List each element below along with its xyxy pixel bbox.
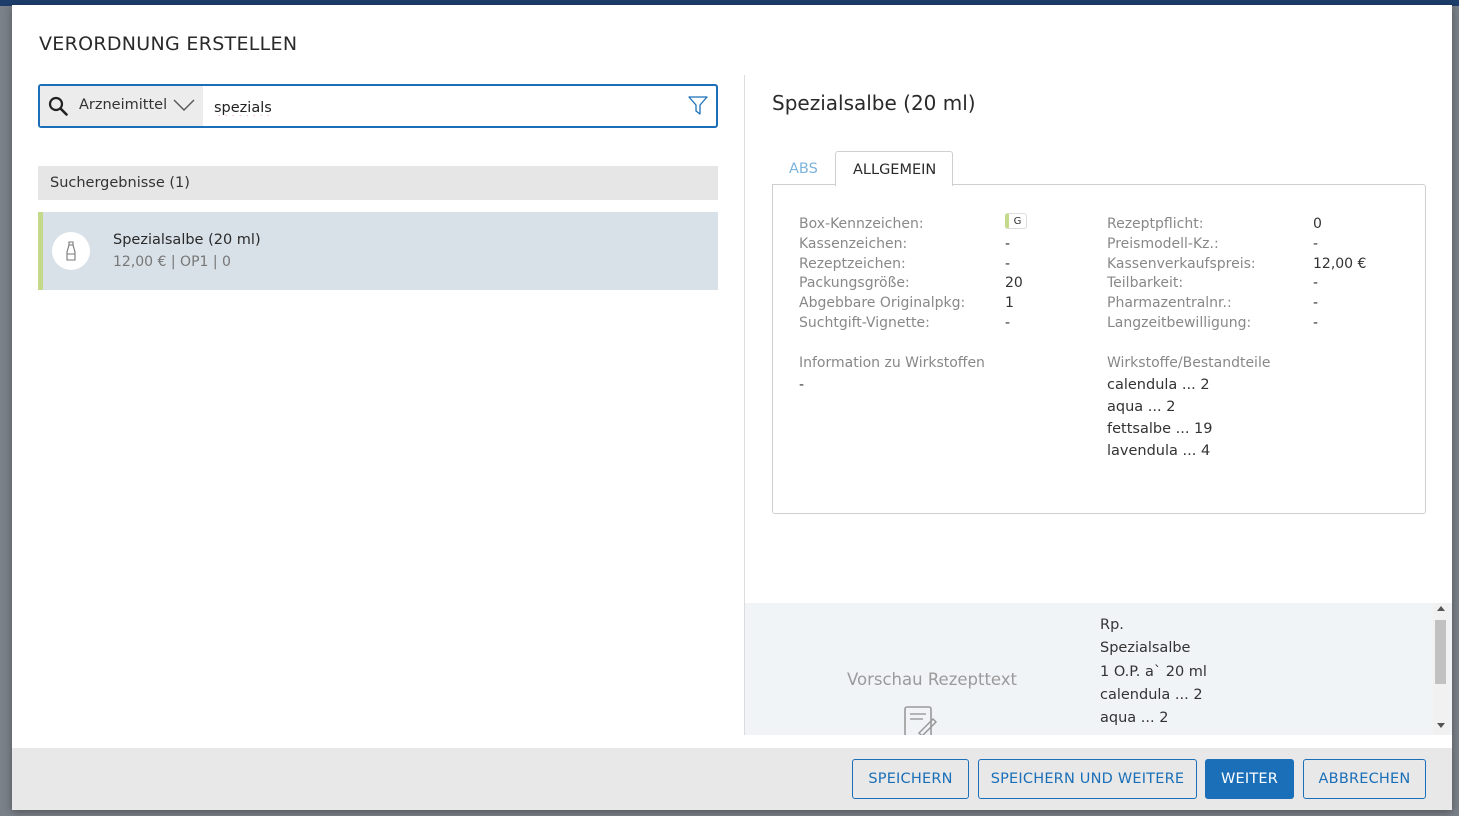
category-dropdown[interactable]: Arzneimittel	[40, 86, 203, 126]
prescription-edit-icon	[904, 706, 938, 735]
field-label: Suchtgift-Vignette:	[799, 315, 930, 331]
field-label: Kassenverkaufspreis:	[1107, 256, 1256, 272]
detail-title: Spezialsalbe (20 ml)	[772, 91, 976, 115]
tab-abs[interactable]: ABS	[789, 161, 818, 177]
field-label: Packungsgröße:	[799, 275, 910, 291]
dialog-footer: SPEICHERN SPEICHERN UND WEITERE WEITER A…	[12, 748, 1452, 810]
field-value: -	[1313, 236, 1319, 252]
field-value: -	[1313, 315, 1319, 331]
preview-line: Rp.	[1100, 617, 1124, 633]
detail-info-panel: Box-Kennzeichen: G Kassenzeichen: - Reze…	[772, 184, 1426, 514]
field-label: Pharmazentralnr.:	[1107, 295, 1232, 311]
field-label: Kassenzeichen:	[799, 236, 908, 252]
field-value: 20	[1005, 275, 1023, 291]
tab-allgemein-label: ALLGEMEIN	[853, 162, 937, 178]
results-header: Suchergebnisse (1)	[38, 166, 718, 200]
preview-line: Spezialsalbe	[1100, 640, 1191, 657]
field-label: Abgebbare Originalpkg:	[799, 295, 966, 311]
field-value: -	[1005, 256, 1011, 272]
save-button[interactable]: SPEICHERN	[852, 759, 969, 799]
scroll-down-arrow-icon[interactable]	[1437, 723, 1445, 728]
result-title: Spezialsalbe (20 ml)	[113, 232, 261, 248]
filter-icon[interactable]	[688, 96, 708, 116]
preview-line: aqua ... 2	[1100, 710, 1169, 727]
result-subtitle: 12,00 € | OP1 | 0	[113, 254, 231, 270]
field-value: 12,00 €	[1313, 256, 1367, 272]
field-label: Box-Kennzeichen:	[799, 216, 924, 232]
wirkstoff-info-value: -	[799, 377, 805, 393]
tab-allgemein[interactable]: ALLGEMEIN	[835, 151, 953, 186]
scroll-up-arrow-icon[interactable]	[1437, 606, 1445, 611]
result-avatar	[52, 232, 90, 270]
dialog-title: VERORDNUNG ERSTELLEN	[39, 33, 298, 55]
field-label: Rezeptpflicht:	[1107, 216, 1204, 232]
search-bar: Arzneimittel	[38, 84, 718, 128]
ingredient-item: calendula ... 2	[1107, 377, 1210, 393]
prescription-preview: Vorschau Rezepttext Rp. Spezialsalbe 1 O…	[745, 603, 1452, 735]
preview-line: 1 O.P. a` 20 ml	[1100, 663, 1207, 680]
scroll-thumb[interactable]	[1435, 620, 1446, 684]
field-value: -	[1005, 236, 1011, 252]
cancel-button[interactable]: ABBRECHEN	[1303, 759, 1426, 799]
box-kennzeichen-badge: G	[1005, 213, 1027, 229]
field-value: 1	[1005, 295, 1014, 311]
category-label: Arzneimittel	[79, 97, 168, 113]
preview-scrollbar[interactable]	[1433, 603, 1449, 735]
field-label: Rezeptzeichen:	[799, 256, 906, 272]
preview-label: Vorschau Rezepttext	[847, 670, 1018, 689]
search-icon	[48, 96, 68, 116]
next-button[interactable]: WEITER	[1205, 759, 1294, 799]
preview-text: Rp. Spezialsalbe 1 O.P. a` 20 ml calendu…	[1100, 617, 1207, 733]
field-label: Langzeitbewilligung:	[1107, 315, 1252, 331]
result-item[interactable]: Spezialsalbe (20 ml) 12,00 € | OP1 | 0	[38, 212, 718, 290]
field-value: -	[1313, 295, 1319, 311]
save-and-more-button[interactable]: SPEICHERN UND WEITERE	[978, 759, 1197, 799]
ingredient-item: fettsalbe ... 19	[1107, 421, 1213, 437]
prescription-dialog: VERORDNUNG ERSTELLEN Arzneimittel Sucher…	[12, 5, 1452, 810]
field-value: -	[1005, 315, 1011, 331]
ingredient-item: lavendula ... 4	[1107, 443, 1211, 459]
ingredient-item: aqua ... 2	[1107, 399, 1176, 415]
search-input[interactable]	[212, 96, 686, 120]
results-header-label: Suchergebnisse (1)	[50, 175, 190, 191]
field-label: Teilbarkeit:	[1107, 275, 1184, 291]
wirkstoff-info-label: Information zu Wirkstoffen	[799, 355, 985, 371]
field-value: 0	[1313, 216, 1322, 232]
field-value: -	[1313, 275, 1319, 291]
preview-line: calendula ... 2	[1100, 686, 1203, 703]
chevron-down-icon	[173, 99, 195, 111]
field-label: Preismodell-Kz.:	[1107, 236, 1219, 252]
ointment-tube-icon	[66, 241, 76, 261]
ingredients-label: Wirkstoffe/Bestandteile	[1107, 355, 1271, 371]
